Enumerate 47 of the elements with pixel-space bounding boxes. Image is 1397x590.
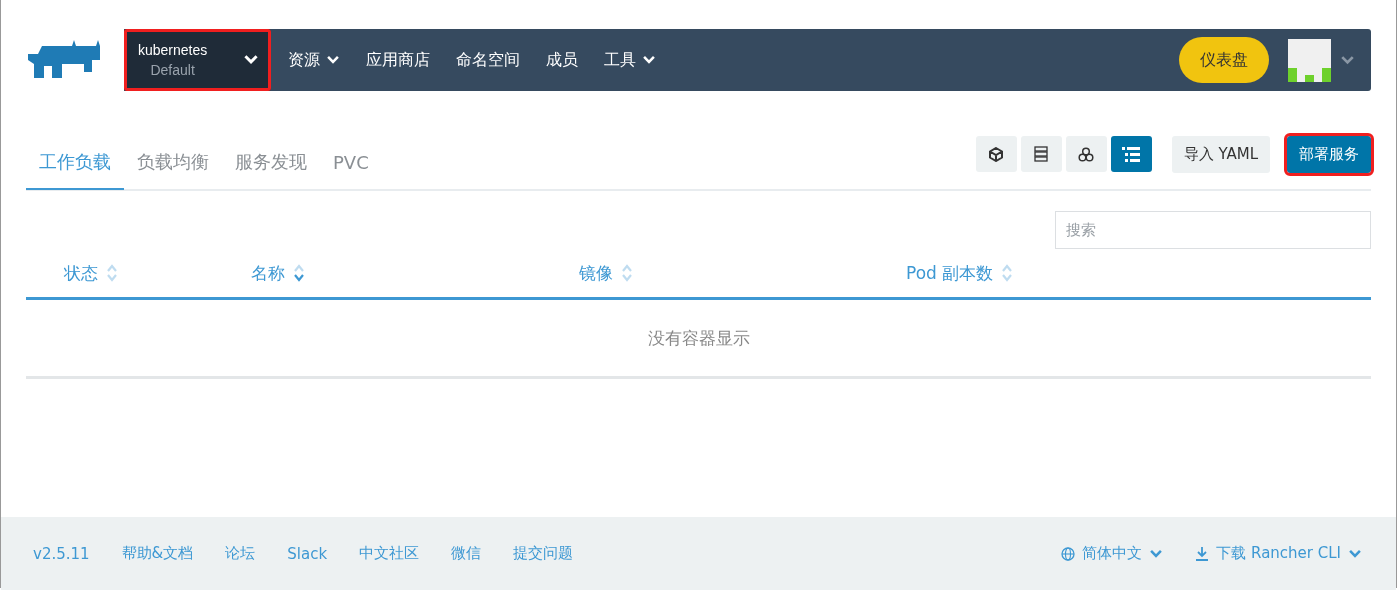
cluster-icon — [1078, 146, 1095, 162]
footer-link[interactable]: 提交问题 — [513, 544, 574, 563]
chevron-down-icon — [1149, 548, 1164, 559]
server-stack-icon — [1034, 146, 1049, 162]
column-header[interactable]: 名称 — [213, 261, 305, 285]
list-icon — [1122, 146, 1141, 162]
chevron-down-icon — [326, 55, 340, 65]
chevron-down-icon — [1340, 55, 1355, 66]
view-toggle-button[interactable] — [1065, 136, 1107, 172]
chevron-down-icon — [1348, 548, 1362, 559]
empty-message: 没有容器显示 — [647, 326, 750, 350]
download-icon — [1195, 546, 1210, 561]
tab[interactable]: PVC — [320, 136, 382, 190]
footer-link[interactable]: 论坛 — [225, 544, 256, 563]
nav-menu-item[interactable]: 命名空间 — [443, 29, 533, 91]
avatar-icon[interactable] — [1288, 38, 1331, 82]
cluster-selector[interactable]: kubernetes Default — [124, 29, 271, 91]
footer-link[interactable]: 中文社区 — [359, 544, 420, 563]
view-toggle-button[interactable] — [1020, 136, 1062, 172]
column-header[interactable]: 状态 — [26, 261, 118, 285]
nav-menu-item[interactable]: 工具 — [591, 29, 669, 91]
view-toggle-button[interactable] — [975, 136, 1017, 172]
footer-link[interactable]: v2.5.11 — [33, 544, 90, 563]
search-field[interactable]: 搜索 — [1055, 211, 1371, 249]
cluster-name: kubernetes — [138, 42, 208, 58]
nav-menu-item[interactable]: 资源 — [275, 29, 353, 91]
footer-link[interactable]: 微信 — [451, 544, 482, 563]
project-name: Default — [150, 62, 195, 78]
import-yaml-button[interactable]: 导入 YAML — [1171, 135, 1270, 173]
cube-icon — [989, 146, 1004, 162]
download-cli-button[interactable]: 下载 Rancher CLI — [1195, 544, 1362, 563]
chevron-down-icon — [243, 54, 259, 66]
tab[interactable]: 工作负载 — [26, 136, 124, 190]
footer-link[interactable]: Slack — [287, 544, 328, 563]
globe-icon — [1061, 546, 1076, 561]
nav-menu-item[interactable]: 应用商店 — [353, 29, 443, 91]
column-header[interactable]: Pod 副本数 — [868, 261, 1014, 285]
dashboard-button[interactable]: 仪表盘 — [1179, 37, 1269, 83]
deploy-button[interactable]: 部署服务 — [1287, 135, 1371, 173]
tab[interactable]: 负载均衡 — [124, 136, 222, 190]
language-selector[interactable]: 简体中文 — [1061, 544, 1164, 563]
tab[interactable]: 服务发现 — [222, 136, 320, 190]
view-toggle-button[interactable] — [1110, 136, 1152, 172]
nav-menu-item[interactable]: 成员 — [533, 29, 591, 91]
column-header[interactable]: 镜像 — [541, 261, 633, 285]
chevron-down-icon — [642, 55, 656, 65]
footer-link[interactable]: 帮助&文档 — [121, 544, 194, 563]
